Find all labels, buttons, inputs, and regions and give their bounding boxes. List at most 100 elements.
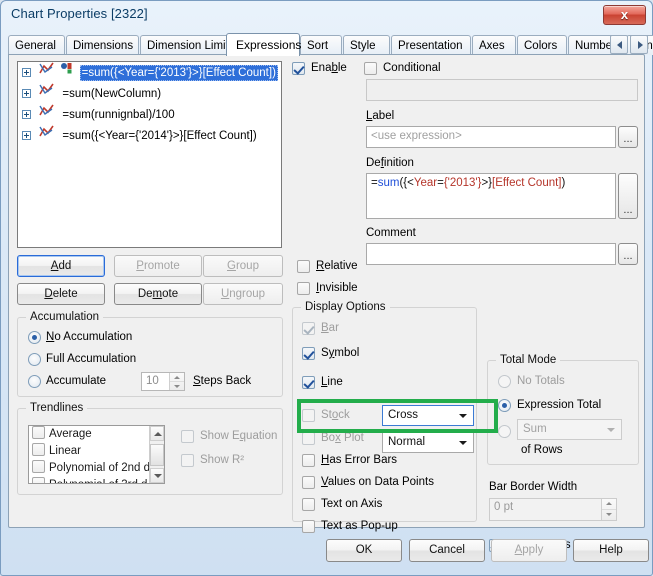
trendlines-scrollbar[interactable]: [149, 426, 164, 483]
expression-row-2[interactable]: =sum(NewColumn): [18, 83, 281, 104]
scrollbar-thumb[interactable]: [150, 444, 164, 466]
help-button[interactable]: Help: [573, 539, 649, 562]
box-plot-checkbox[interactable]: [302, 432, 315, 445]
values-on-data-points-checkbox[interactable]: [302, 476, 315, 489]
symbol-type-combo[interactable]: Cross: [382, 405, 474, 426]
steps-back-stepper[interactable]: 10: [141, 372, 185, 391]
label-text-on-axis: Text on Axis: [321, 498, 383, 510]
comment-browse-button[interactable]: ...: [618, 243, 638, 265]
label-relative: Relative: [316, 260, 358, 272]
conditional-input[interactable]: [366, 79, 638, 101]
scroll-up-button[interactable]: [150, 426, 164, 441]
definition-browse-button[interactable]: ...: [618, 173, 638, 219]
radio-full-accumulation[interactable]: [28, 353, 41, 366]
ok-button[interactable]: OK: [326, 539, 402, 562]
stepper-down-arrow-icon: [174, 384, 180, 388]
tab-presentation[interactable]: Presentation: [391, 35, 471, 55]
ungroup-button[interactable]: Ungroup: [203, 283, 283, 305]
aggregation-combo[interactable]: Sum: [517, 419, 622, 440]
stock-checkbox[interactable]: [302, 409, 315, 422]
trendline-item-average[interactable]: Average: [29, 426, 164, 443]
close-button[interactable]: x: [603, 5, 646, 25]
chevron-right-icon: [638, 41, 643, 49]
expression-row-1[interactable]: =sum({<Year={'2013'}>}[Effect Count]): [18, 62, 281, 83]
tab-dimensions[interactable]: Dimensions: [66, 35, 139, 55]
invisible-checkbox[interactable]: [297, 282, 310, 295]
radio-no-totals[interactable]: [498, 375, 511, 388]
show-equation-checkbox[interactable]: [181, 430, 194, 443]
total-mode-group: Total Mode No Totals Expression Total Su…: [487, 354, 639, 465]
trendline-checkbox[interactable]: [32, 477, 45, 483]
stepper-buttons[interactable]: [601, 499, 616, 520]
relative-checkbox[interactable]: [297, 260, 310, 273]
expression-text: =sum(runnignbal)/100: [62, 108, 175, 121]
tab-general[interactable]: General: [8, 35, 65, 55]
expand-plus-icon[interactable]: [22, 68, 31, 77]
trendline-checkbox[interactable]: [32, 460, 45, 473]
line-type-combo[interactable]: Normal: [382, 432, 474, 453]
conditional-checkbox[interactable]: [364, 62, 377, 75]
tab-scroll-left-button[interactable]: [610, 35, 628, 54]
stepper-down-button[interactable]: [170, 382, 184, 391]
expression-row-4[interactable]: =sum({<Year={'2014'}>}[Effect Count]): [18, 125, 281, 146]
scroll-down-button[interactable]: [150, 468, 164, 483]
cancel-button[interactable]: Cancel: [409, 539, 485, 562]
stepper-up-button[interactable]: [170, 373, 184, 382]
label-bar: Bar: [321, 322, 339, 334]
group-button[interactable]: Group: [203, 255, 283, 277]
trendlines-group: Trendlines Average Linear Polynomial of …: [17, 402, 283, 495]
stepper-buttons[interactable]: [169, 373, 184, 390]
definition-input[interactable]: =sum({<Year={'2013'}>}[Effect Count]): [366, 173, 616, 219]
trendline-label: Linear: [49, 445, 81, 457]
tab-scroll-right-button[interactable]: [630, 35, 648, 54]
add-button[interactable]: Add: [17, 255, 105, 277]
trendlines-list[interactable]: Average Linear Polynomial of 2nd d Polyn…: [28, 425, 165, 484]
stepper-up-button[interactable]: [602, 499, 616, 510]
radio-expression-total[interactable]: [498, 399, 511, 412]
comment-input[interactable]: [366, 243, 616, 265]
symbol-checkbox[interactable]: [302, 347, 315, 360]
bar-checkbox[interactable]: [302, 322, 315, 335]
radio-no-accumulation[interactable]: [28, 331, 41, 344]
label-box-plot: Box Plot: [321, 432, 364, 444]
delete-button[interactable]: Delete: [17, 283, 105, 305]
chevron-down-icon: [459, 414, 467, 418]
enable-checkbox[interactable]: [292, 62, 305, 75]
expand-plus-icon[interactable]: [22, 110, 31, 119]
line-chart-icon: [39, 125, 54, 146]
line-checkbox[interactable]: [302, 376, 315, 389]
demote-button[interactable]: Demote: [114, 283, 202, 305]
apply-button[interactable]: Apply: [491, 539, 567, 562]
expand-plus-icon[interactable]: [22, 131, 31, 140]
bar-border-width-stepper[interactable]: 0 pt: [489, 498, 617, 521]
trendline-item-polynomial-3rd[interactable]: Polynomial of 3rd d: [29, 477, 164, 483]
expand-plus-icon[interactable]: [22, 89, 31, 98]
accumulation-group: Accumulation No Accumulation Full Accumu…: [17, 311, 283, 397]
trendline-item-polynomial-2nd[interactable]: Polynomial of 2nd d: [29, 460, 164, 477]
label-bar-border-width: Bar Border Width: [489, 481, 578, 493]
tab-dimension-limits[interactable]: Dimension Limits: [140, 35, 235, 55]
trendline-checkbox[interactable]: [32, 426, 45, 439]
has-error-bars-checkbox[interactable]: [302, 454, 315, 467]
text-on-axis-checkbox[interactable]: [302, 498, 315, 511]
tab-style[interactable]: Style: [343, 35, 390, 55]
tab-expressions[interactable]: Expressions: [226, 33, 301, 56]
expression-row-3[interactable]: =sum(runnignbal)/100: [18, 104, 281, 125]
radio-accumulate[interactable]: [28, 375, 41, 388]
label-enable: Enable: [311, 62, 347, 74]
label-browse-button[interactable]: ...: [618, 126, 638, 148]
total-mode-legend: Total Mode: [496, 354, 561, 366]
show-r2-checkbox[interactable]: [181, 454, 194, 467]
stepper-up-arrow-icon: [606, 502, 612, 505]
window-title: Chart Properties [2322]: [11, 6, 148, 21]
promote-button[interactable]: Promote: [114, 255, 202, 277]
trendline-item-linear[interactable]: Linear: [29, 443, 164, 460]
radio-aggregation[interactable]: [498, 425, 511, 438]
tab-axes[interactable]: Axes: [472, 35, 516, 55]
tab-sort[interactable]: Sort: [300, 35, 342, 55]
expression-list[interactable]: =sum({<Year={'2013'}>}[Effect Count]) =s…: [17, 61, 282, 248]
stepper-down-button[interactable]: [602, 510, 616, 521]
label-input[interactable]: <use expression>: [366, 126, 616, 148]
tab-colors[interactable]: Colors: [517, 35, 567, 55]
trendline-checkbox[interactable]: [32, 443, 45, 456]
